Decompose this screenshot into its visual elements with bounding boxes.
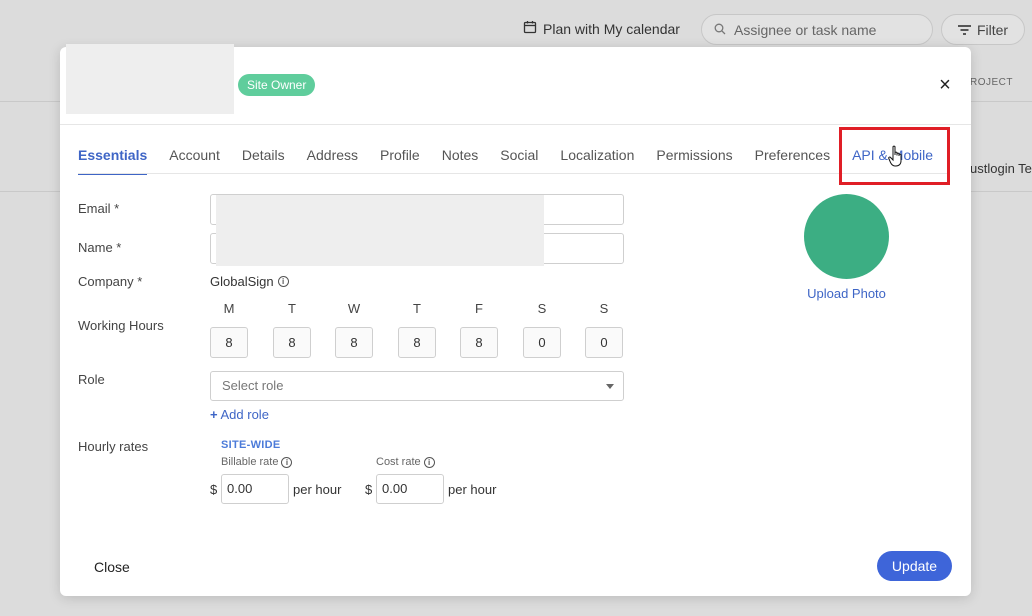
chevron-down-icon [606,384,614,389]
day-monday: M 8 [210,301,248,358]
tabs-divider [78,173,948,174]
tab-localization[interactable]: Localization [560,147,634,175]
hours-input[interactable]: 8 [273,327,311,358]
day-friday: F 8 [460,301,498,358]
tab-notes[interactable]: Notes [442,147,479,175]
billable-rate-text: Billable rate [221,456,279,468]
billable-rate-input[interactable]: 0.00 [221,474,289,504]
tab-permissions[interactable]: Permissions [656,147,732,175]
cost-rate-label: Cost rate i [376,456,435,468]
day-letter: W [347,301,361,316]
hours-input[interactable]: 0 [523,327,561,358]
search-placeholder: Assignee or task name [734,21,877,38]
name-label: Name * [78,240,122,255]
filter-icon [957,22,971,38]
tab-essentials[interactable]: Essentials [78,147,148,175]
billable-rate-label: Billable rate i [221,456,293,468]
cost-rate-input[interactable]: 0.00 [376,474,444,504]
hours-input[interactable]: 8 [210,327,248,358]
role-placeholder: Select role [222,378,284,393]
day-letter: S [599,301,609,316]
plan-with-calendar-label: Plan with My calendar [543,20,680,37]
role-select[interactable]: Select role [210,371,624,401]
filter-button[interactable]: Filter [941,14,1025,45]
tab-account[interactable]: Account [169,147,220,175]
info-icon[interactable]: i [423,456,435,468]
site-owner-badge: Site Owner [238,74,316,96]
add-role-button[interactable]: + Add role [210,407,269,422]
search-icon [714,22,726,38]
column-header-project: ROJECT [970,77,1013,88]
day-tuesday: T 8 [273,301,311,358]
site-wide-heading: SITE-WIDE [221,439,281,451]
day-saturday: S 0 [523,301,561,358]
company-label: Company * [78,274,143,289]
day-letter: M [223,301,235,316]
info-icon[interactable]: i [281,456,293,468]
redacted-values [216,195,544,266]
cost-rate-text: Cost rate [376,456,421,468]
currency-symbol: $ [365,482,373,497]
info-icon[interactable]: i [277,276,289,287]
working-hours-label: Working Hours [78,318,164,333]
day-wednesday: W 8 [335,301,373,358]
per-hour-label: per hour [293,482,342,497]
hours-input[interactable]: 8 [460,327,498,358]
hand-pointer-icon [888,145,906,174]
tab-preferences[interactable]: Preferences [755,147,830,175]
filter-label: Filter [976,21,1009,38]
day-letter: T [288,301,296,316]
tab-details[interactable]: Details [242,147,285,175]
tab-social[interactable]: Social [500,147,538,175]
tab-address[interactable]: Address [307,147,358,175]
company-value: GlobalSign i [210,274,289,289]
tab-bar: Essentials Account Details Address Profi… [78,147,955,175]
background-row-text: ustlogin Te [970,161,1032,176]
day-letter: T [413,301,421,316]
day-letter: S [537,301,547,316]
calendar-icon [523,20,537,37]
user-name-redacted [66,44,234,114]
email-label: Email * [78,201,120,216]
header-divider [60,124,971,125]
per-hour-label: per hour [448,482,497,497]
day-letter: F [475,301,483,316]
company-name: GlobalSign [210,274,274,289]
add-role-label: Add role [220,407,269,422]
currency-symbol: $ [210,482,218,497]
hours-input[interactable]: 8 [335,327,373,358]
search-input[interactable]: Assignee or task name [701,14,933,45]
tab-profile[interactable]: Profile [380,147,420,175]
day-sunday: S 0 [585,301,623,358]
update-button[interactable]: Update [877,551,952,581]
plus-icon: + [210,407,218,422]
close-icon[interactable]: × [935,75,955,95]
role-label: Role [78,372,105,387]
avatar [804,194,889,279]
plan-with-calendar-button[interactable]: Plan with My calendar [523,20,680,37]
upload-photo-link[interactable]: Upload Photo [804,286,889,301]
close-button[interactable]: Close [94,559,130,575]
day-thursday: T 8 [398,301,436,358]
hours-input[interactable]: 0 [585,327,623,358]
hourly-rates-label: Hourly rates [78,439,149,454]
user-edit-modal: Site Owner × Essentials Account Details … [60,44,971,596]
hours-input[interactable]: 8 [398,327,436,358]
